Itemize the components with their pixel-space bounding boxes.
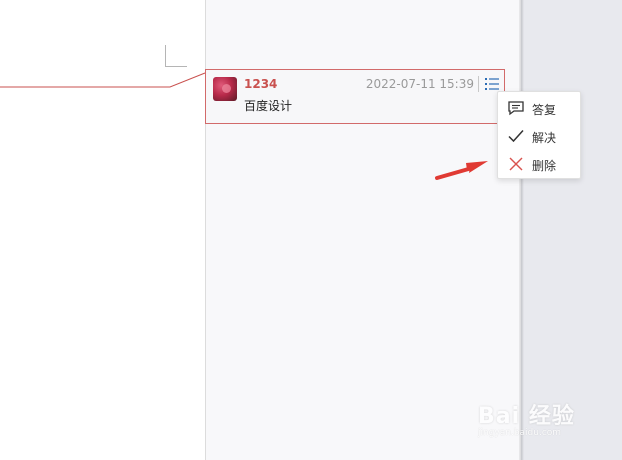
app-background xyxy=(521,0,622,460)
pane-shadow xyxy=(519,0,524,460)
comment-timestamp: 2022-07-11 15:39 xyxy=(365,77,474,91)
menu-item-label: 答复 xyxy=(532,103,557,117)
menu-item-resolve[interactable]: 解决 xyxy=(498,122,582,150)
comment-author: 1234 xyxy=(244,77,278,91)
watermark-url: jingyan.baidu.com xyxy=(478,428,562,438)
menu-item-reply[interactable]: 答复 xyxy=(498,94,582,122)
close-icon xyxy=(509,157,523,171)
menu-item-delete[interactable]: 删除 xyxy=(498,150,582,178)
list-menu-icon xyxy=(485,78,499,90)
comment-link-line xyxy=(0,72,206,88)
check-icon xyxy=(508,129,524,143)
avatar xyxy=(213,77,237,101)
reply-icon xyxy=(508,101,524,116)
menu-item-label: 解决 xyxy=(532,131,557,145)
comment-context-menu: 答复 解决 删除 xyxy=(497,91,581,179)
comment-menu-button[interactable] xyxy=(483,76,501,92)
menu-item-label: 删除 xyxy=(532,159,557,173)
divider xyxy=(478,76,479,92)
comment-text: 百度设计 xyxy=(244,99,293,113)
watermark-logo: Bai 经验 xyxy=(478,404,575,429)
comment-card[interactable]: 1234 2022-07-11 15:39 百度设计 xyxy=(205,69,505,124)
